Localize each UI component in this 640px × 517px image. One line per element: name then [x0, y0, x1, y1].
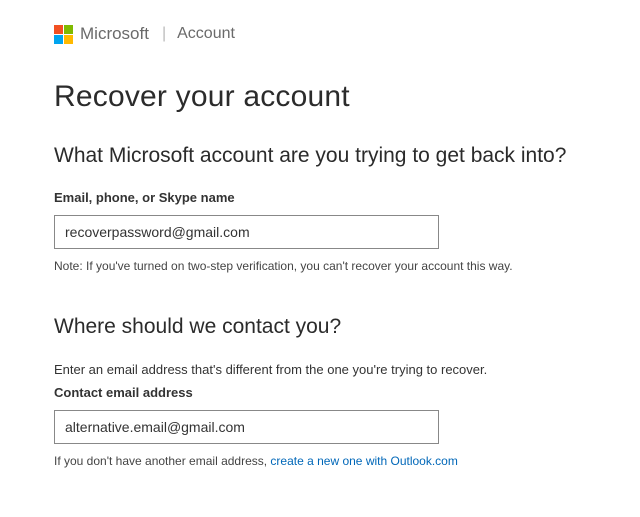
header-section: Account — [177, 25, 235, 43]
contact-question-heading: Where should we contact you? — [54, 315, 586, 339]
header-divider: | — [162, 25, 166, 43]
header: Microsoft | Account — [54, 24, 586, 44]
account-identifier-input[interactable] — [54, 215, 439, 249]
brand-name: Microsoft — [80, 24, 149, 44]
microsoft-logo-icon — [54, 25, 73, 44]
page-title: Recover your account — [54, 80, 586, 114]
create-outlook-link[interactable]: create a new one with Outlook.com — [270, 454, 457, 468]
two-step-note: Note: If you've turned on two-step verif… — [54, 259, 586, 273]
contact-email-input[interactable] — [54, 410, 439, 444]
alternate-email-footnote: If you don't have another email address,… — [54, 454, 586, 468]
contact-instruction: Enter an email address that's different … — [54, 361, 586, 379]
account-field-label: Email, phone, or Skype name — [54, 190, 586, 205]
footnote-text: If you don't have another email address, — [54, 454, 270, 468]
account-question-heading: What Microsoft account are you trying to… — [54, 144, 586, 168]
contact-field-label: Contact email address — [54, 385, 586, 400]
